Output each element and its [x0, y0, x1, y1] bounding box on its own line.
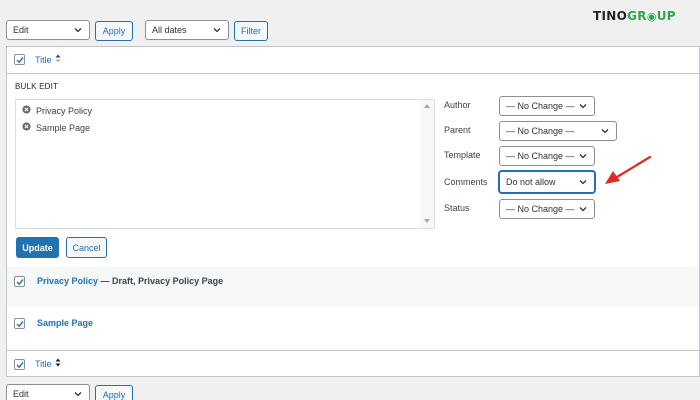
list-item: Privacy Policy — [22, 105, 92, 116]
logo-circle-icon: ◉ — [646, 10, 657, 23]
select-all-checkbox-footer[interactable] — [14, 359, 25, 370]
comments-value: Do not allow — [506, 177, 556, 187]
title-sort-link[interactable]: Title — [35, 359, 52, 369]
status-value: — No Change — — [506, 204, 575, 214]
status-label: Status — [444, 203, 470, 213]
bulk-action-select[interactable]: Edit — [6, 20, 90, 40]
status-select[interactable]: — No Change — — [499, 199, 595, 219]
checkmark-icon — [16, 320, 24, 327]
scroll-up-icon[interactable] — [424, 104, 430, 108]
chevron-down-icon — [600, 126, 610, 136]
update-button[interactable]: Update — [16, 237, 59, 258]
title-column-header[interactable]: Title — [35, 54, 61, 65]
chevron-down-icon — [578, 204, 588, 214]
chevron-down-icon — [212, 25, 222, 35]
date-filter-value: All dates — [152, 25, 187, 35]
apply-button[interactable]: Apply — [95, 21, 133, 41]
row-title: Privacy Policy — Draft, Privacy Policy P… — [37, 276, 223, 286]
chevron-down-icon — [578, 177, 588, 187]
checkmark-icon — [16, 278, 24, 285]
sort-icon — [55, 358, 61, 369]
list-scrollbar[interactable] — [420, 100, 434, 228]
title-sort-link[interactable]: Title — [35, 55, 52, 65]
parent-value: — No Change — — [506, 126, 575, 136]
template-label: Template — [444, 150, 481, 160]
row-checkbox[interactable] — [14, 276, 25, 287]
brand-logo: TINOGR◉UP — [593, 9, 676, 23]
remove-circle-icon[interactable] — [22, 105, 31, 116]
chevron-down-icon — [73, 389, 83, 399]
date-filter-select[interactable]: All dates — [145, 20, 229, 40]
author-label: Author — [444, 100, 471, 110]
select-all-checkbox[interactable] — [14, 54, 25, 65]
template-select[interactable]: — No Change — — [499, 146, 595, 166]
chevron-down-icon — [73, 25, 83, 35]
footer-divider — [6, 350, 700, 351]
bulk-edit-titles-list[interactable] — [15, 99, 435, 229]
row-title-link[interactable]: Privacy Policy — [37, 276, 98, 286]
remove-circle-icon[interactable] — [22, 122, 31, 133]
list-item-label: Privacy Policy — [36, 105, 93, 116]
list-item: Sample Page — [22, 122, 90, 133]
parent-select[interactable]: — No Change — — [499, 121, 617, 141]
author-value: — No Change — — [506, 101, 575, 111]
row-title-link[interactable]: Sample Page — [37, 318, 93, 328]
filter-button[interactable]: Filter — [234, 21, 268, 41]
checkmark-icon — [16, 56, 24, 63]
row-checkbox[interactable] — [14, 318, 25, 329]
header-divider — [6, 73, 700, 74]
scroll-down-icon[interactable] — [424, 219, 430, 223]
sort-icon — [55, 54, 61, 65]
bulk-action-value: Edit — [13, 25, 29, 35]
bulk-action-select-bottom[interactable]: Edit — [6, 384, 90, 400]
bulk-action-value: Edit — [13, 389, 29, 399]
row-title-state: — Draft, Privacy Policy Page — [98, 276, 224, 286]
author-select[interactable]: — No Change — — [499, 96, 595, 116]
comments-label: Comments — [444, 177, 488, 187]
table-row — [7, 267, 699, 307]
chevron-down-icon — [578, 151, 588, 161]
comments-select[interactable]: Do not allow — [499, 171, 595, 193]
annotation-arrow-icon — [605, 155, 652, 184]
row-title: Sample Page — [37, 318, 93, 328]
chevron-down-icon — [578, 101, 588, 111]
checkmark-icon — [16, 361, 24, 368]
parent-label: Parent — [444, 125, 471, 135]
template-value: — No Change — — [506, 151, 575, 161]
title-column-footer[interactable]: Title — [35, 358, 61, 369]
list-item-label: Sample Page — [36, 122, 91, 133]
bulk-edit-heading: BULK EDIT — [15, 82, 59, 91]
cancel-button[interactable]: Cancel — [66, 237, 107, 258]
apply-button-bottom[interactable]: Apply — [95, 385, 133, 400]
